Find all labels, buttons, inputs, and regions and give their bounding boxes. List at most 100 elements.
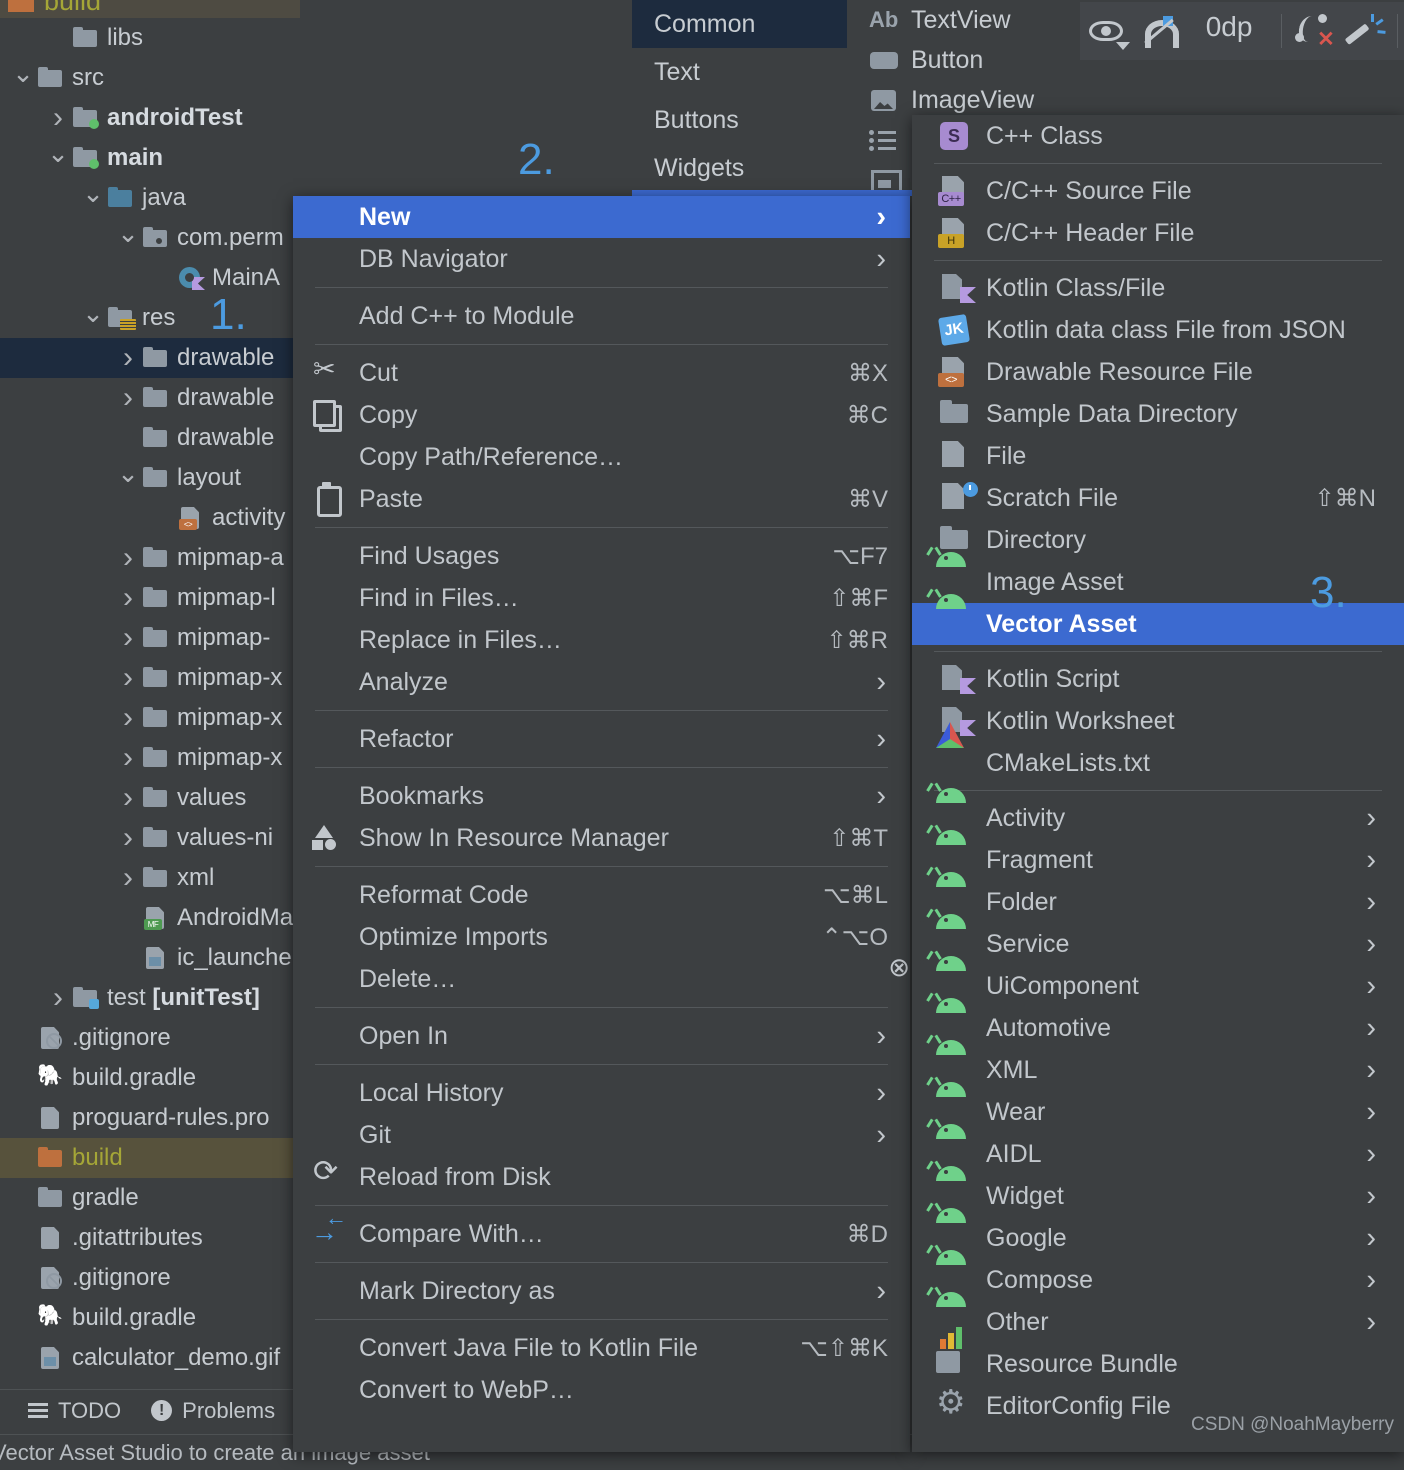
infer-constraints-button[interactable] [1340,8,1392,54]
context-menu-item[interactable]: Compare With… ⌘D [293,1213,910,1255]
design-toolbar[interactable]: 0dp ✕ [1080,2,1404,60]
tree-row[interactable]: gradle [0,1178,300,1218]
chevron-right-icon[interactable] [115,343,141,373]
tree-row[interactable]: java [0,178,300,218]
new-submenu-item[interactable]: C++ C/C++ Source File [912,170,1404,212]
context-menu-item[interactable]: Mark Directory as › [293,1270,910,1312]
new-submenu-item[interactable]: S C++ Class [912,115,1404,157]
chevron-down-icon[interactable] [115,465,141,491]
chevron-right-icon[interactable] [115,783,141,813]
tree-row[interactable]: mipmap-x [0,658,300,698]
new-submenu-item[interactable]: CMakeLists.txt [912,722,1404,784]
chevron-right-icon[interactable] [115,823,141,853]
tree-row[interactable]: .gitignore [0,1018,300,1058]
palette-item[interactable]: ImageView [855,80,1105,120]
new-submenu-item[interactable]: Service › [912,908,1404,965]
context-menu-item[interactable]: Find in Files… ⇧⌘F [293,577,910,619]
chevron-right-icon[interactable] [45,983,71,1013]
new-submenu-item[interactable]: Resource Bundle [912,1327,1404,1385]
context-menu-item[interactable]: New › [293,196,910,238]
palette-category[interactable]: Widgets [632,144,847,192]
tree-row[interactable]: ic_launcher- [0,938,300,978]
todo-label[interactable]: TODO [58,1398,121,1424]
palette-item[interactable]: Button [855,40,1105,80]
tree-row[interactable]: com.perm [0,218,300,258]
chevron-right-icon[interactable] [45,103,71,133]
chevron-down-icon[interactable] [115,225,141,251]
context-menu-item[interactable]: Copy Path/Reference… [293,436,910,478]
new-submenu-item[interactable]: Scratch File ⇧⌘N [912,477,1404,519]
tree-row[interactable]: xml [0,858,300,898]
new-submenu-item[interactable]: UiComponent › [912,950,1404,1007]
context-menu-item[interactable]: Open In › [293,1015,910,1057]
tree-row[interactable]: androidTest [0,98,300,138]
context-menu-item[interactable]: Local History › [293,1072,910,1114]
palette-category[interactable]: Buttons [632,96,847,144]
new-submenu-item[interactable]: Other › [912,1286,1404,1343]
context-menu-item[interactable]: Refactor › [293,718,910,760]
new-submenu-item[interactable]: <> Drawable Resource File [912,351,1404,393]
tree-row[interactable]: layout [0,458,300,498]
new-submenu-item[interactable]: H C/C++ Header File [912,212,1404,254]
tree-row[interactable]: drawable [0,338,300,378]
context-menu-item[interactable]: Copy ⌘C [293,394,910,436]
context-menu-item[interactable]: Reload from Disk [293,1156,910,1198]
new-submenu-item[interactable]: AIDL › [912,1118,1404,1175]
default-margin-button[interactable]: 0dp [1183,8,1275,54]
context-menu-item[interactable]: Delete… [293,958,910,1000]
chevron-right-icon[interactable] [115,383,141,413]
new-submenu-item[interactable]: Automotive › [912,992,1404,1049]
chevron-down-icon[interactable] [80,305,106,331]
context-menu-item[interactable]: DB Navigator › [293,238,910,280]
context-menu-item[interactable]: Find Usages ⌥F7 [293,535,910,577]
problems-label[interactable]: Problems [182,1398,275,1424]
palette-category-list[interactable]: Common Text Buttons Widgets [632,0,847,196]
tree-row[interactable]: <> activity [0,498,300,538]
tree-row[interactable]: .gitattributes [0,1218,300,1258]
tree-row[interactable]: build.gradle [0,1298,300,1338]
tree-row[interactable]: MainA [0,258,300,298]
tree-row[interactable]: proguard-rules.pro [0,1098,300,1138]
context-menu-item[interactable]: Cut ⌘X [293,352,910,394]
tree-row[interactable]: drawable [0,378,300,418]
new-submenu-item[interactable]: Google › [912,1202,1404,1259]
context-menu-item[interactable]: Analyze › [293,661,910,703]
context-menu-item[interactable]: Bookmarks › [293,775,910,817]
context-menu-item[interactable]: Git › [293,1114,910,1156]
chevron-right-icon[interactable] [115,863,141,893]
tree-row[interactable]: src [0,58,300,98]
tree-row[interactable]: mipmap-l [0,578,300,618]
new-submenu-item[interactable]: Kotlin Class/File [912,267,1404,309]
clear-constraints-button[interactable]: ✕ [1288,8,1340,54]
new-submenu-item[interactable]: Directory [912,519,1404,561]
chevron-down-icon[interactable] [45,145,71,171]
new-submenu-item[interactable]: Kotlin Worksheet [912,700,1404,742]
tree-row[interactable]: values-ni [0,818,300,858]
autoconnect-button[interactable] [1132,8,1184,54]
chevron-right-icon[interactable] [115,703,141,733]
context-menu-item[interactable]: Paste ⌘V [293,478,910,520]
new-submenu-item[interactable]: Wear › [912,1076,1404,1133]
tree-row[interactable]: calculator_demo.gif [0,1338,300,1378]
chevron-down-icon[interactable] [80,185,106,211]
tool-window-bar[interactable]: TODO ! Problems [0,1389,300,1431]
project-tree-panel[interactable]: build libssrcandroidTest main java com.perm… [0,0,300,1395]
palette-item[interactable]: Ab TextView [855,0,1105,40]
new-submenu-item[interactable]: Kotlin Script [912,658,1404,700]
new-submenu[interactable]: S C++ Class C++ C/C++ Source File H C/C++ Hea… [912,115,1404,1452]
tree-row[interactable]: values [0,778,300,818]
chevron-down-icon[interactable] [10,65,36,91]
new-submenu-item[interactable]: Widget › [912,1160,1404,1217]
tree-row[interactable]: test [unitTest] [0,978,300,1018]
chevron-right-icon[interactable] [115,743,141,773]
context-menu-item[interactable]: Convert Java File to Kotlin File ⌥⇧⌘K [293,1327,910,1369]
context-menu-item[interactable]: Add C++ to Module [293,295,910,337]
context-menu-item[interactable]: Convert to WebP… [293,1369,910,1411]
tree-row[interactable]: drawable [0,418,300,458]
context-menu-item[interactable]: Optimize Imports ⌃⌥O [293,916,910,958]
context-menu[interactable]: New › DB Navigator › Add C++ to Module Cut ⌘X C… [293,196,910,1452]
palette-category[interactable]: Common [632,0,847,48]
view-options-button[interactable] [1080,8,1132,54]
tree-row[interactable]: res [0,298,300,338]
tree-row[interactable]: libs [0,18,300,58]
